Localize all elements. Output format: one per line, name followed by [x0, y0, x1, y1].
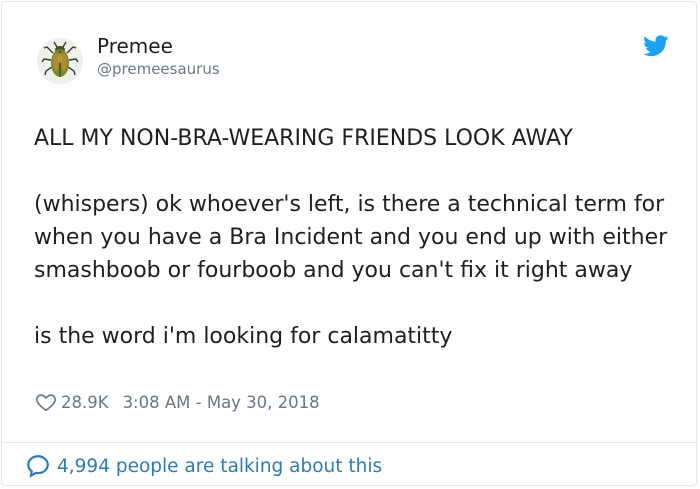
twitter-bird-icon[interactable] [643, 35, 669, 57]
tweet-paragraph: (whispers) ok whoever's left, is there a… [34, 192, 668, 283]
talking-count-text[interactable]: 4,994 people are talking about this [57, 456, 382, 477]
speech-bubble-icon [27, 455, 49, 478]
heart-icon[interactable] [35, 391, 57, 413]
user-handle[interactable]: @premeesaurus [97, 60, 220, 78]
like-count[interactable]: 28.9K [61, 393, 109, 412]
divider [2, 442, 696, 443]
tweet-paragraph: is the word i'm looking for calamatitty [34, 324, 453, 349]
avatar[interactable] [37, 38, 83, 84]
tweet-meta: 28.9K 3:08 AM - May 30, 2018 [35, 391, 320, 413]
display-name[interactable]: Premee [97, 34, 173, 58]
timestamp[interactable]: 3:08 AM - May 30, 2018 [123, 393, 320, 412]
tweet-text: ALL MY NON-BRA-WEARING FRIENDS LOOK AWAY… [34, 122, 684, 353]
beetle-avatar-icon [41, 41, 79, 77]
tweet-card: Premee @premeesaurus ALL MY NON-BRA-WEAR… [1, 1, 697, 486]
conversation-link[interactable]: 4,994 people are talking about this [25, 453, 382, 479]
tweet-paragraph: ALL MY NON-BRA-WEARING FRIENDS LOOK AWAY [34, 126, 573, 151]
